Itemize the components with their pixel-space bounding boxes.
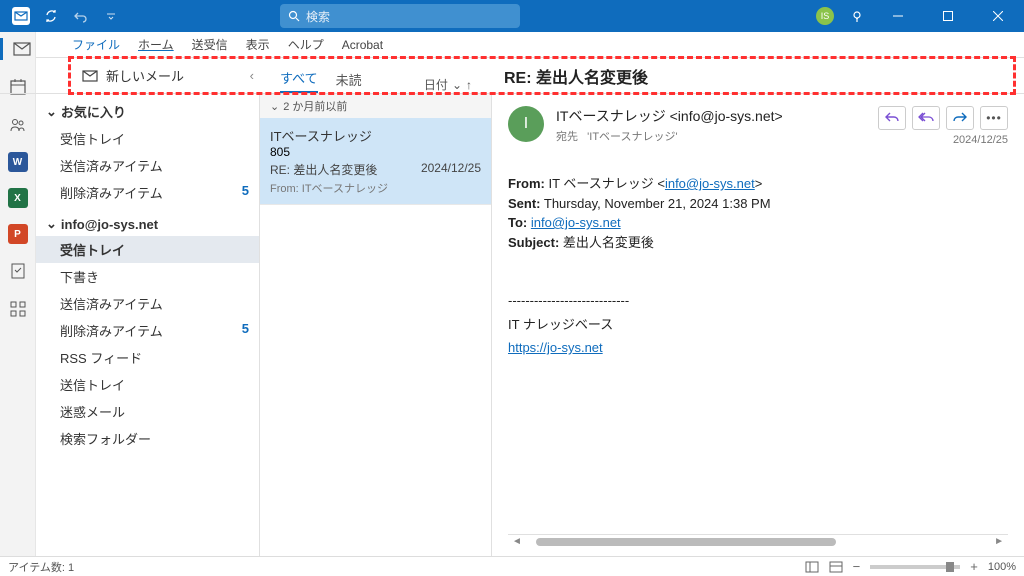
sort-direction-icon[interactable]: ↑ (466, 78, 472, 92)
view-normal-icon[interactable] (805, 561, 819, 573)
msglist-group-header[interactable]: ⌄ 2 か月前以前 (260, 94, 491, 118)
msg-preview: From: ITベースナレッジ (270, 180, 481, 196)
mail-app-icon[interactable] (0, 38, 35, 60)
menu-acrobat[interactable]: Acrobat (342, 38, 383, 52)
people-app-icon[interactable] (7, 114, 29, 136)
sender-avatar: I (508, 106, 544, 142)
menu-help[interactable]: ヘルプ (288, 36, 324, 53)
folder-sent-fav[interactable]: 送信済みアイテム (36, 152, 259, 179)
group-label: 2 か月前以前 (283, 98, 347, 114)
reply-all-button[interactable] (912, 106, 940, 130)
sync-icon[interactable] (42, 7, 60, 25)
tab-unread[interactable]: 未読 (336, 70, 362, 93)
collapse-nav-icon[interactable]: ‹ (250, 68, 254, 83)
divider-text: ---------------------------- (508, 291, 1008, 311)
titlebar: 検索 IS (0, 0, 1024, 32)
close-button[interactable] (980, 0, 1016, 32)
menu-home[interactable]: ホーム (138, 36, 174, 53)
maximize-button[interactable] (930, 0, 966, 32)
zoom-value: 100% (988, 561, 1016, 573)
menu-view[interactable]: 表示 (246, 36, 270, 53)
chevron-down-icon: ⌄ (46, 216, 57, 232)
new-mail-button[interactable]: 新しいメール ‹ (0, 58, 260, 93)
folder-search[interactable]: 検索フォルダー (36, 425, 259, 452)
folder-deleted[interactable]: 削除済みアイテム5 (36, 317, 259, 344)
favorites-label: お気に入り (61, 102, 126, 121)
new-mail-icon (82, 69, 98, 83)
scroll-thumb[interactable] (536, 538, 836, 546)
msg-from: ITベースナレッジ (270, 126, 481, 145)
signature-url[interactable]: https://jo-sys.net (508, 338, 1008, 358)
reading-subject: RE: 差出人名変更後 (492, 58, 1024, 93)
lightbulb-icon[interactable] (848, 7, 866, 25)
reading-pane: I ITベースナレッジ <info@jo-sys.net> 宛先 'ITベースナ… (492, 94, 1024, 556)
item-count: アイテム数: 1 (8, 559, 74, 575)
message-list: ⌄ 2 か月前以前 ITベースナレッジ805 RE: 差出人名変更後 2024/… (260, 94, 492, 556)
excel-app-icon[interactable]: X (8, 188, 28, 208)
reading-body: From: IT ベースナレッジ <info@jo-sys.net> Sent:… (508, 174, 1008, 358)
scroll-left-icon[interactable]: ◄ (508, 536, 526, 547)
menu-sendreceive[interactable]: 送受信 (192, 36, 228, 53)
menubar: ファイル ホーム 送受信 表示 ヘルプ Acrobat (0, 32, 1024, 58)
main-area: ⌄ お気に入り 受信トレイ 送信済みアイテム 削除済みアイテム5 ⌄ info@… (0, 94, 1024, 556)
folder-outbox[interactable]: 送信トレイ (36, 371, 259, 398)
msg-subject: RE: 差出人名変更後 (270, 161, 377, 178)
msg-date: 2024/12/25 (421, 161, 481, 178)
minimize-button[interactable] (880, 0, 916, 32)
from-email-link[interactable]: info@jo-sys.net (665, 176, 755, 191)
new-mail-label: 新しいメール (106, 66, 184, 85)
qat-dropdown-icon[interactable] (102, 7, 120, 25)
folder-inbox-fav[interactable]: 受信トレイ (36, 125, 259, 152)
chevron-down-icon: ⌄ (46, 104, 57, 120)
sender-name: ITベースナレッジ <info@jo-sys.net> (556, 106, 866, 126)
zoom-out-icon[interactable]: − (853, 559, 861, 574)
outlook-icon (12, 7, 30, 25)
tab-all[interactable]: すべて (280, 68, 318, 93)
statusbar: アイテム数: 1 − + 100% (0, 556, 1024, 576)
sort-dropdown[interactable]: 日付 ⌄ ↑ (424, 76, 472, 93)
todo-app-icon[interactable] (7, 260, 29, 282)
account-label: info@jo-sys.net (61, 217, 158, 232)
zoom-in-icon[interactable]: + (970, 559, 978, 574)
signature-name: IT ナレッジベース (508, 315, 1008, 335)
scroll-right-icon[interactable]: ► (990, 536, 1008, 547)
zoom-slider[interactable] (870, 565, 960, 569)
powerpoint-app-icon[interactable]: P (8, 224, 28, 244)
ribbon: 新しいメール ‹ すべて 未読 日付 ⌄ ↑ RE: 差出人名変更後 (0, 58, 1024, 94)
folder-rss[interactable]: RSS フィード (36, 344, 259, 371)
forward-button[interactable] (946, 106, 974, 130)
chevron-down-icon: ⌄ (270, 100, 279, 113)
folder-junk[interactable]: 迷惑メール (36, 398, 259, 425)
user-avatar[interactable]: IS (816, 7, 834, 25)
to-email-link[interactable]: info@jo-sys.net (531, 215, 621, 230)
reading-date: 2024/12/25 (878, 134, 1008, 146)
folder-deleted-fav[interactable]: 削除済みアイテム5 (36, 179, 259, 206)
search-input[interactable]: 検索 (280, 4, 520, 28)
menu-file[interactable]: ファイル (72, 36, 120, 53)
account-group[interactable]: ⌄ info@jo-sys.net (36, 212, 259, 236)
more-apps-icon[interactable] (7, 298, 29, 320)
reply-button[interactable] (878, 106, 906, 130)
view-reading-icon[interactable] (829, 561, 843, 573)
message-item[interactable]: ITベースナレッジ805 RE: 差出人名変更後 2024/12/25 From… (260, 118, 491, 205)
search-placeholder: 検索 (306, 8, 330, 25)
sender-to: 宛先 'ITベースナレッジ' (556, 128, 866, 144)
sort-label: 日付 (424, 76, 448, 93)
folder-inbox[interactable]: 受信トレイ (36, 236, 259, 263)
folder-pane: ⌄ お気に入り 受信トレイ 送信済みアイテム 削除済みアイテム5 ⌄ info@… (36, 94, 260, 556)
search-icon (288, 10, 300, 22)
word-app-icon[interactable]: W (8, 152, 28, 172)
app-rail: W X P (0, 32, 36, 556)
chevron-down-icon: ⌄ (452, 78, 462, 92)
folder-sent[interactable]: 送信済みアイテム (36, 290, 259, 317)
folder-drafts[interactable]: 下書き (36, 263, 259, 290)
more-actions-button[interactable]: ••• (980, 106, 1008, 130)
favorites-group[interactable]: ⌄ お気に入り (36, 98, 259, 125)
horizontal-scrollbar[interactable]: ◄ ► (508, 534, 1008, 548)
undo-icon[interactable] (72, 7, 90, 25)
